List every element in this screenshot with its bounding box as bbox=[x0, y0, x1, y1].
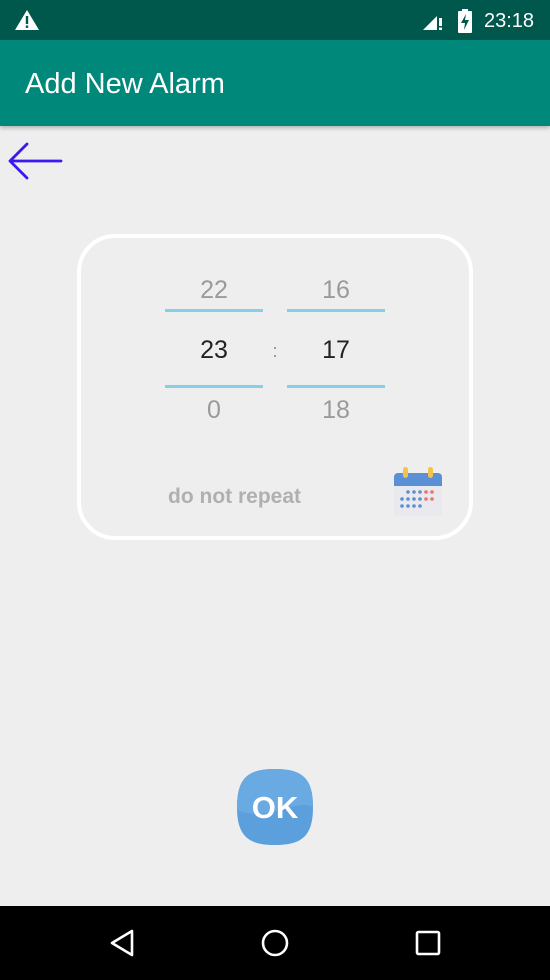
hour-above[interactable]: 22 bbox=[165, 275, 263, 305]
minute-divider-top bbox=[287, 309, 385, 312]
hour-selected[interactable]: 23 bbox=[165, 335, 263, 365]
back-button[interactable] bbox=[6, 140, 64, 182]
arrow-left-icon bbox=[8, 142, 63, 180]
battery-charging-icon bbox=[458, 9, 472, 33]
page-title: Add New Alarm bbox=[25, 68, 225, 100]
hour-below[interactable]: 0 bbox=[165, 395, 263, 425]
minute-divider-bottom bbox=[287, 385, 385, 388]
calendar-button[interactable] bbox=[392, 466, 444, 518]
minute-below[interactable]: 18 bbox=[287, 395, 385, 425]
minute-selected[interactable]: 17 bbox=[287, 335, 385, 365]
recents-square-icon[interactable] bbox=[410, 925, 446, 961]
status-time: 23:18 bbox=[484, 10, 535, 32]
warning-icon bbox=[15, 10, 39, 30]
app-bar: Add New Alarm bbox=[0, 40, 550, 126]
time-separator: : bbox=[272, 341, 278, 361]
minute-above[interactable]: 16 bbox=[287, 275, 385, 305]
ok-button[interactable]: OK bbox=[236, 768, 314, 846]
calendar-icon bbox=[394, 467, 442, 516]
navigation-bar bbox=[0, 906, 550, 980]
hour-divider-bottom bbox=[165, 385, 263, 388]
status-bar: 23:18 bbox=[0, 0, 550, 40]
home-circle-icon[interactable] bbox=[257, 925, 293, 961]
back-triangle-icon[interactable] bbox=[105, 925, 141, 961]
ok-label: OK bbox=[252, 790, 299, 825]
signal-icon bbox=[423, 16, 442, 30]
ok-icon: OK bbox=[237, 769, 313, 845]
repeat-label[interactable]: do not repeat bbox=[168, 484, 301, 510]
hour-divider-top bbox=[165, 309, 263, 312]
